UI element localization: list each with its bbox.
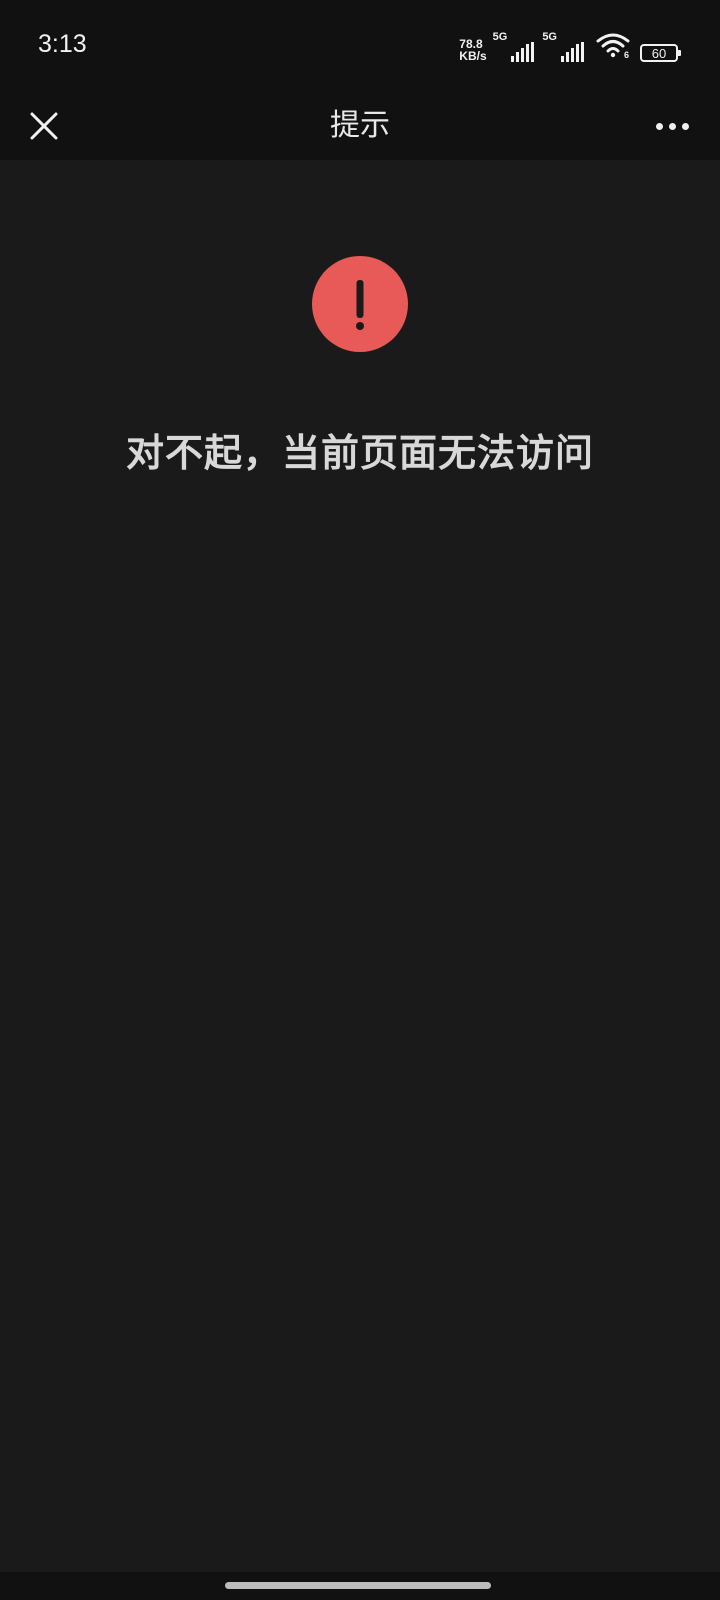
error-icon <box>312 256 408 352</box>
home-indicator[interactable] <box>225 1582 491 1589</box>
sim2-network-label: 5G <box>542 31 557 43</box>
battery-icon: 60 <box>640 44 681 62</box>
network-speed: 78.8 KB/s <box>459 38 486 62</box>
sim1-network-label: 5G <box>492 31 508 43</box>
status-bar: 3:13 78.8 KB/s 5G 5G 6 60 <box>0 0 720 92</box>
nav-bar: 提示 <box>0 92 720 160</box>
network-speed-unit: KB/s <box>459 49 487 63</box>
screen: 3:13 78.8 KB/s 5G 5G 6 60 提示 对不起，当前页面无法访… <box>0 0 720 1600</box>
wifi-icon: 6 <box>596 32 630 62</box>
more-icon <box>681 122 689 130</box>
battery-level: 60 <box>651 45 667 61</box>
wifi-label: 6 <box>624 50 629 58</box>
status-indicators: 78.8 KB/s 5G 5G 6 60 <box>459 31 681 62</box>
page-title: 提示 <box>330 108 390 143</box>
signal-icon <box>561 42 584 62</box>
more-button[interactable] <box>644 100 700 152</box>
signal-icon <box>511 42 535 62</box>
more-icon <box>655 122 663 130</box>
status-time: 3:13 <box>38 30 87 58</box>
error-message: 对不起，当前页面无法访问 <box>125 431 594 475</box>
more-icon <box>668 122 676 130</box>
exclamation-icon <box>356 280 364 330</box>
